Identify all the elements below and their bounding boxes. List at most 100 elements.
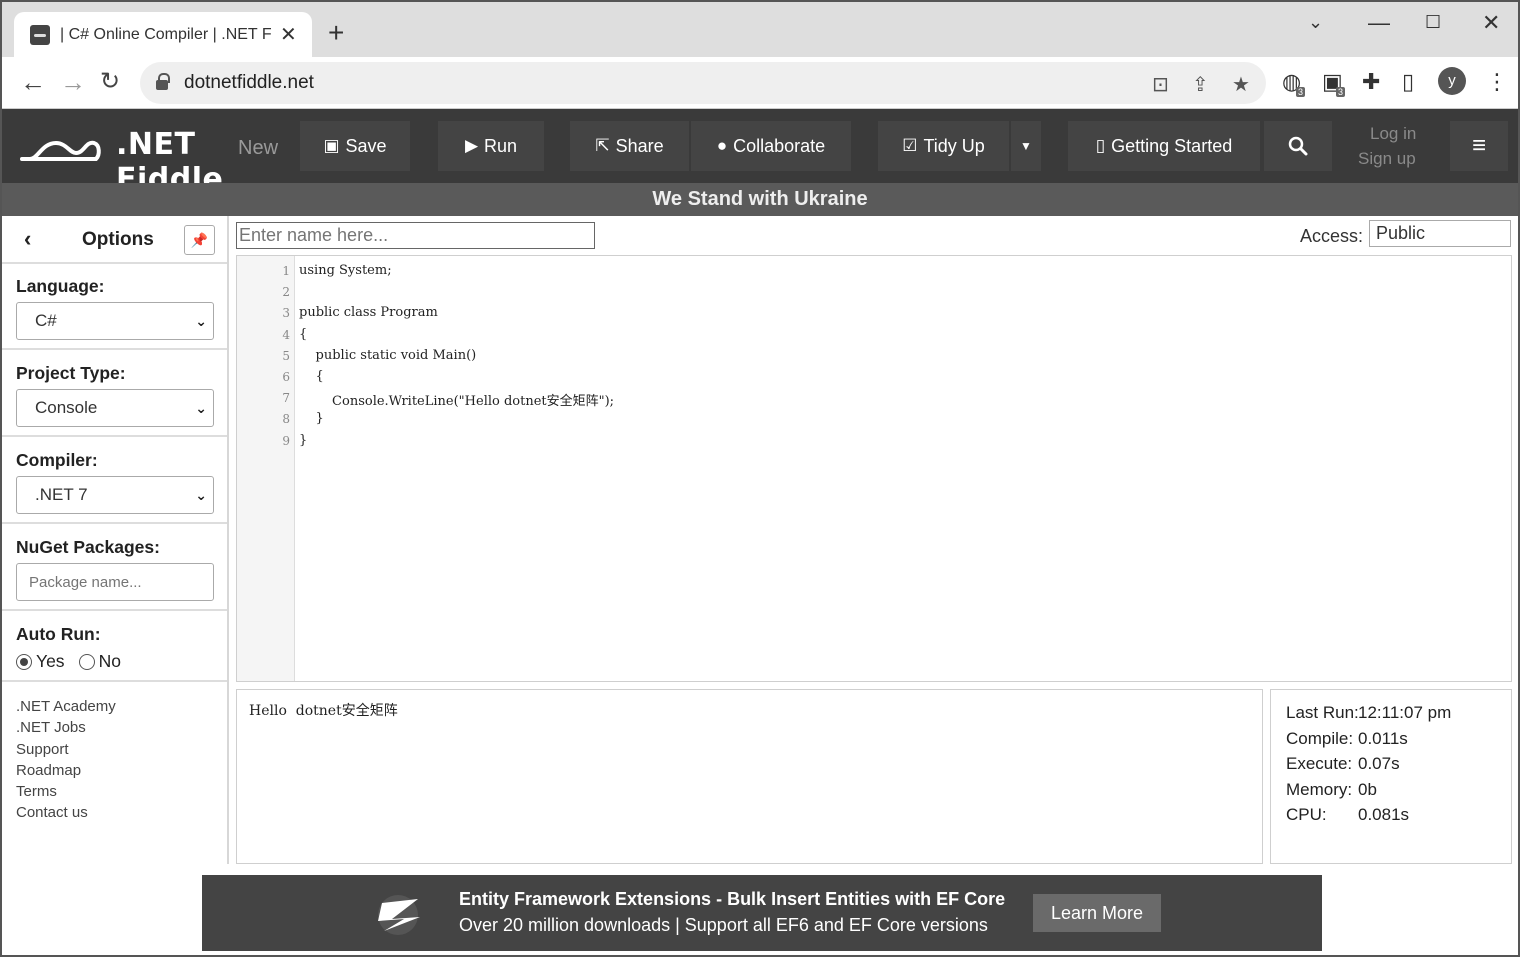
auto-run-options: Yes No — [16, 651, 121, 672]
extensions-puzzle-icon[interactable]: ✚ — [1362, 69, 1380, 95]
compiler-select[interactable]: .NET 7 ⌄ — [16, 476, 214, 514]
tab-title: | C# Online Compiler | .NET Fi — [60, 25, 272, 43]
share-icon: ⇱ — [595, 136, 610, 155]
stat-label: CPU: — [1286, 805, 1327, 824]
line-number: 8 — [282, 412, 290, 427]
learn-more-button[interactable]: Learn More — [1033, 894, 1161, 932]
menu-button[interactable]: ≡ — [1450, 121, 1508, 171]
profile-avatar[interactable]: y — [1438, 67, 1466, 95]
search-button[interactable] — [1264, 121, 1332, 171]
run-button[interactable]: ▶ Run — [438, 121, 544, 171]
stat-row: Last Run: 12:11:07 pm — [1286, 703, 1451, 723]
browser-window: | C# Online Compiler | .NET Fi ✕ + ⌄ — ☐… — [0, 0, 1520, 957]
sidebar-header: ‹ Options 📌 — [2, 216, 227, 264]
compiler-label: Compiler: — [16, 450, 98, 470]
auto-run-no-radio[interactable] — [78, 653, 95, 670]
line-number: 7 — [282, 391, 290, 406]
tab-bar: | C# Online Compiler | .NET Fi ✕ + ⌄ — ☐… — [2, 2, 1518, 57]
tidy-up-dropdown[interactable]: ▼ — [1011, 121, 1041, 171]
stat-value: 0.011s — [1358, 728, 1408, 748]
share-page-icon[interactable]: ⇪ — [1192, 72, 1209, 97]
auto-run-yes-radio[interactable] — [16, 653, 32, 670]
code-line: } — [299, 432, 308, 448]
link-support[interactable]: Support — [16, 739, 116, 760]
extension-1-badge: 3 — [1296, 87, 1306, 97]
stat-label: Compile: — [1286, 728, 1354, 748]
sidebar-title: Options — [82, 229, 154, 250]
translate-icon[interactable]: ⊡ — [1152, 72, 1169, 97]
line-number: 1 — [282, 264, 290, 278]
link-net-academy[interactable]: .NET Academy — [16, 696, 116, 717]
maximize-icon[interactable]: ☐ — [1425, 12, 1441, 33]
reload-icon[interactable]: ↻ — [100, 67, 120, 97]
user-icon: ● — [716, 136, 728, 155]
window-close-icon[interactable]: ✕ — [1482, 10, 1500, 36]
ukraine-banner[interactable]: We Stand with Ukraine — [2, 183, 1518, 216]
tab-search-icon[interactable]: ⌄ — [1308, 12, 1323, 33]
dotnetfiddle-logo[interactable]: New .NET Fiddle — [20, 123, 310, 197]
options-sidebar: ‹ Options 📌 Language: C# ⌄ Project Type:… — [2, 216, 229, 864]
new-tab-icon[interactable]: + — [328, 18, 344, 48]
close-tab-icon[interactable]: ✕ — [280, 22, 297, 47]
link-net-jobs[interactable]: .NET Jobs — [16, 717, 116, 738]
side-panel-icon[interactable]: ▯ — [1402, 69, 1414, 95]
omnibox[interactable]: dotnetfiddle.net ⊡ ⇪ ★ — [140, 62, 1266, 104]
address-bar: ← → ↻ dotnetfiddle.net ⊡ ⇪ ★ ◍ 3 ▣ 3 ✚ ▯… — [2, 57, 1518, 109]
stat-label: Last Run: — [1286, 703, 1359, 722]
book-icon: ▯ — [1095, 136, 1106, 155]
getting-started-button[interactable]: ▯ Getting Started — [1068, 121, 1260, 171]
code-line: Console.WriteLine("Hello dotnet安全矩阵"); — [299, 394, 615, 410]
link-roadmap[interactable]: Roadmap — [16, 760, 116, 781]
link-contact-us[interactable]: Contact us — [16, 802, 116, 823]
chevron-down-icon: ⌄ — [195, 487, 207, 503]
line-number: 2 — [282, 285, 290, 300]
project-type-label: Project Type: — [16, 363, 126, 383]
chevron-down-icon: ⌄ — [195, 400, 207, 416]
line-number-gutter: 1 2 3 4 5 6 7 8 9 — [237, 256, 295, 681]
code-line: public static void Main() — [299, 347, 477, 363]
app-header: New .NET Fiddle ▣ Save ▶ Run ⇱ Share ● C… — [2, 109, 1518, 197]
caret-down-icon: ▼ — [1020, 139, 1032, 153]
collapse-sidebar-icon[interactable]: ‹ — [24, 226, 31, 252]
stat-row: Execute: 0.07s — [1286, 754, 1400, 774]
minimize-icon[interactable]: — — [1368, 10, 1390, 36]
browser-menu-icon[interactable]: ⋮ — [1486, 69, 1508, 95]
bookmark-star-icon[interactable]: ★ — [1232, 72, 1250, 97]
lock-icon[interactable] — [156, 73, 170, 90]
ad-banner[interactable]: Entity Framework Extensions - Bulk Inser… — [202, 875, 1322, 951]
auth-links: Log in Sign up — [1358, 121, 1416, 171]
stat-row: CPU: 0.081s — [1286, 805, 1409, 825]
extension-2-badge: 3 — [1336, 87, 1346, 97]
auto-run-yes-label[interactable]: Yes — [36, 651, 65, 672]
access-label: Access: — [1300, 226, 1364, 246]
access-select[interactable]: Public — [1369, 220, 1511, 247]
save-button[interactable]: ▣ Save — [300, 121, 410, 171]
zzz-projects-logo-icon — [378, 895, 420, 935]
share-button[interactable]: ⇱ Share — [570, 121, 689, 171]
collaborate-button[interactable]: ● Collaborate — [691, 121, 851, 171]
pin-icon[interactable]: 📌 — [184, 225, 215, 255]
language-label: Language: — [16, 276, 105, 296]
code-line: } — [299, 411, 324, 427]
line-number: 9 — [282, 433, 290, 448]
code-editor[interactable]: 1 2 3 4 5 6 7 8 9 using System; public class Prog… — [236, 255, 1512, 682]
forward-icon[interactable]: → — [60, 67, 86, 97]
project-type-select[interactable]: Console ⌄ — [16, 389, 214, 427]
auto-run-no-label[interactable]: No — [99, 651, 121, 672]
stat-value: 12:11:07 pm — [1358, 703, 1452, 722]
tidy-up-button[interactable]: ☑ Tidy Up — [878, 121, 1009, 171]
link-terms[interactable]: Terms — [16, 781, 116, 802]
url-text: dotnetfiddle.net — [184, 72, 314, 93]
code-line: public class Program — [299, 305, 438, 321]
nuget-package-input[interactable] — [16, 563, 214, 601]
stat-row: Compile: 0.011s — [1286, 728, 1408, 749]
signup-link[interactable]: Sign up — [1358, 146, 1416, 171]
language-select[interactable]: C# ⌄ — [16, 302, 214, 340]
fiddle-name-input[interactable] — [236, 222, 595, 249]
line-number: 3 — [282, 306, 290, 321]
hamburger-icon: ≡ — [1471, 132, 1486, 159]
back-icon[interactable]: ← — [20, 67, 46, 97]
browser-tab[interactable]: | C# Online Compiler | .NET Fi ✕ — [14, 12, 312, 57]
login-link[interactable]: Log in — [1358, 121, 1416, 146]
ad-subtitle: Over 20 million downloads | Support all … — [459, 915, 988, 935]
